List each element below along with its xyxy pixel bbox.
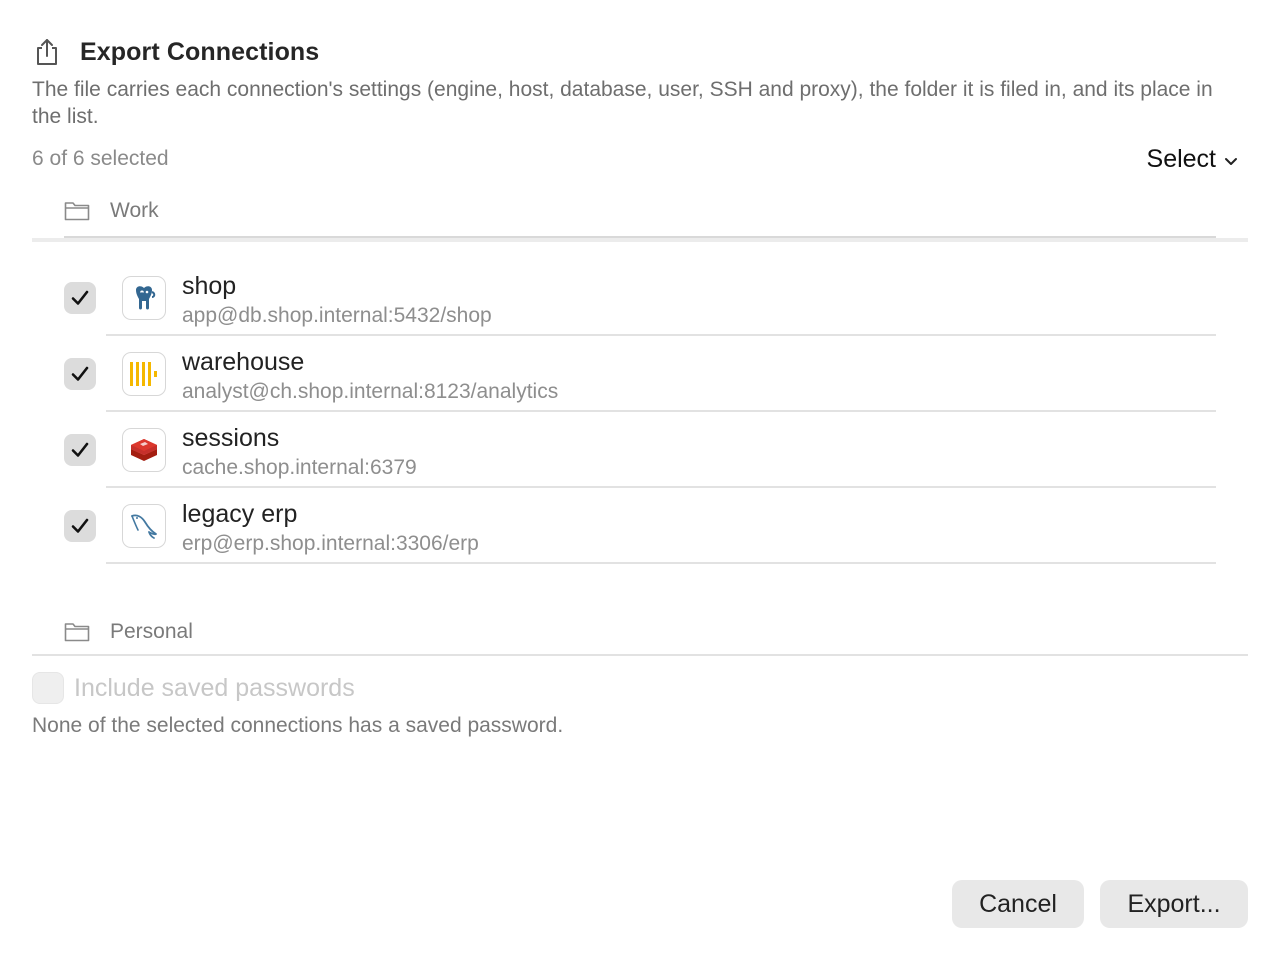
folder-header-work: Work bbox=[64, 186, 1216, 238]
connection-name: sessions bbox=[182, 424, 280, 452]
include-passwords-label: Include saved passwords bbox=[74, 673, 355, 702]
passwords-note: None of the selected connections has a s… bbox=[32, 714, 564, 737]
header-divider bbox=[32, 238, 1248, 242]
dialog-title: Export Connections bbox=[80, 37, 320, 66]
clickhouse-icon bbox=[122, 352, 166, 396]
cancel-button[interactable]: Cancel bbox=[952, 880, 1084, 928]
checkmark-icon bbox=[71, 442, 89, 457]
selection-count: 6 of 6 selected bbox=[32, 147, 169, 170]
redis-icon bbox=[122, 428, 166, 472]
connection-checkbox[interactable] bbox=[64, 434, 96, 466]
folder-icon bbox=[64, 622, 92, 642]
connection-name: legacy erp bbox=[182, 500, 298, 528]
connection-row-sessions[interactable]: sessions cache.shop.internal:6379 bbox=[64, 412, 1216, 488]
dialog-description: The file carries each connection's setti… bbox=[32, 78, 1213, 128]
connection-row-legacy-erp[interactable]: legacy erp erp@erp.shop.internal:3306/er… bbox=[64, 488, 1216, 564]
folder-icon bbox=[64, 201, 92, 221]
connection-name: shop bbox=[182, 272, 237, 300]
connection-list[interactable]: Work shop app@db.shop.internal:5432/shop bbox=[32, 186, 1248, 656]
connection-checkbox[interactable] bbox=[64, 510, 96, 542]
postgresql-icon bbox=[122, 276, 166, 320]
connection-checkbox[interactable] bbox=[64, 358, 96, 390]
connection-detail: cache.shop.internal:6379 bbox=[182, 456, 417, 479]
connection-detail: app@db.shop.internal:5432/shop bbox=[182, 304, 492, 327]
connection-name: warehouse bbox=[182, 348, 305, 376]
checkmark-icon bbox=[71, 290, 89, 305]
folder-label: Work bbox=[110, 199, 159, 222]
folder-label: Personal bbox=[110, 620, 193, 643]
connection-checkbox[interactable] bbox=[64, 282, 96, 314]
share-icon bbox=[32, 36, 62, 68]
include-passwords-checkbox bbox=[32, 672, 64, 704]
row-divider bbox=[106, 562, 1216, 564]
connection-detail: analyst@ch.shop.internal:8123/analytics bbox=[182, 380, 559, 403]
chevron-down-icon bbox=[1216, 145, 1238, 174]
checkmark-icon bbox=[71, 518, 89, 533]
export-button[interactable]: Export... bbox=[1100, 880, 1248, 928]
include-passwords-option: Include saved passwords bbox=[32, 672, 355, 704]
select-menu-button[interactable]: Select bbox=[1147, 145, 1238, 174]
mysql-icon bbox=[122, 504, 166, 548]
folder-header-personal: Personal bbox=[64, 606, 1216, 654]
connection-detail: erp@erp.shop.internal:3306/erp bbox=[182, 532, 479, 555]
select-menu-label: Select bbox=[1146, 145, 1216, 173]
connection-row-shop[interactable]: shop app@db.shop.internal:5432/shop bbox=[64, 260, 1216, 336]
connection-row-warehouse[interactable]: warehouse analyst@ch.shop.internal:8123/… bbox=[64, 336, 1216, 412]
checkmark-icon bbox=[71, 366, 89, 381]
dialog-header: Export Connections bbox=[32, 36, 319, 68]
